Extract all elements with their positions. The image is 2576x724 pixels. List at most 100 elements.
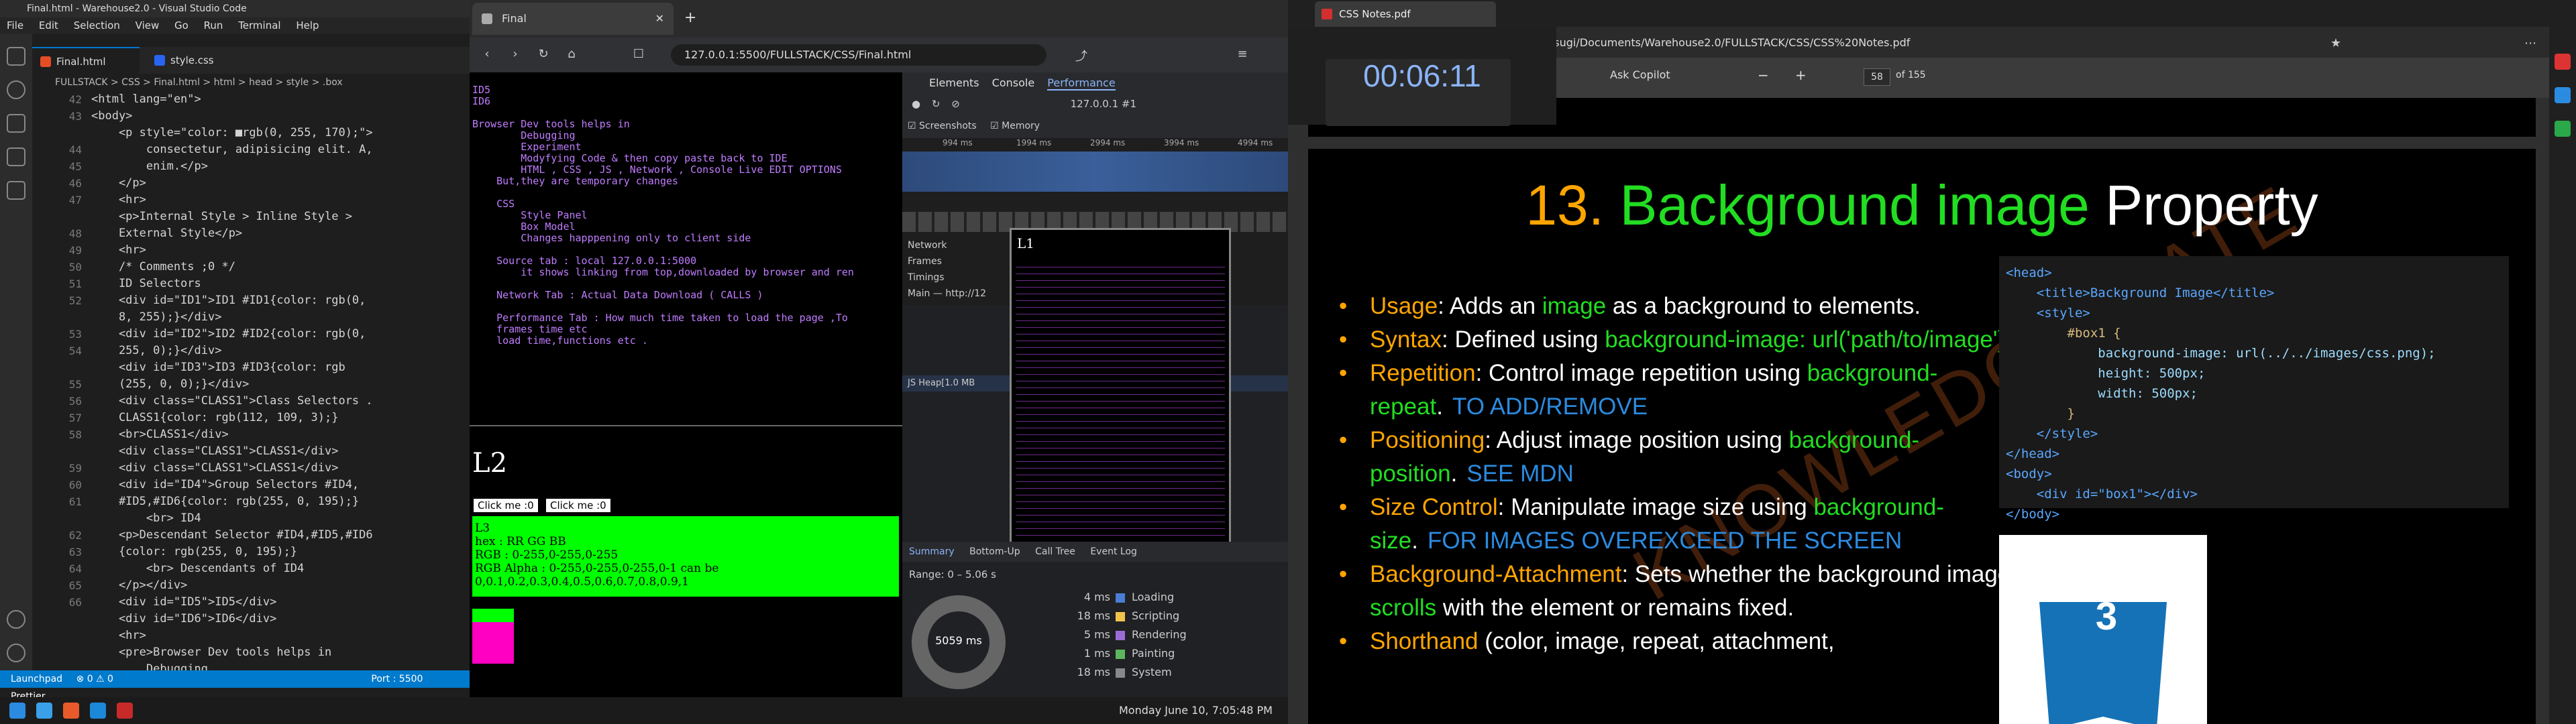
legend-swatch	[1116, 593, 1125, 603]
menu-go[interactable]: Go	[174, 19, 189, 32]
legend-row: 18 ms System	[1070, 664, 1172, 681]
click-me-button-1[interactable]: Click me :0	[472, 497, 539, 514]
divider	[470, 425, 902, 426]
pdf-tab[interactable]: CSS Notes.pdf	[1315, 1, 1496, 27]
legend-swatch	[1116, 668, 1125, 678]
bookmark-icon[interactable]: ☐	[631, 47, 647, 63]
menu-terminal[interactable]: Terminal	[238, 19, 280, 32]
reload-icon[interactable]: ↻	[535, 47, 551, 63]
code-sample-line: height: 500px;	[2006, 366, 2206, 381]
browser-tab[interactable]: Final ✕	[472, 3, 674, 35]
bullet-text: : Adds an	[1438, 293, 1542, 319]
bullet-text: : Defined using	[1442, 326, 1605, 353]
click-me-button-2[interactable]: Click me :0	[545, 497, 612, 514]
code-editor[interactable]: <html lang="en"> <body> <p style="color: …	[91, 91, 470, 688]
line-number: 43	[68, 110, 82, 123]
forward-icon[interactable]: ›	[507, 47, 523, 63]
tab-style-css[interactable]: style.css	[146, 47, 240, 74]
menu-icon[interactable]: ≡	[1234, 47, 1250, 63]
code-line: <hr>	[91, 629, 146, 642]
tab-call-tree[interactable]: Call Tree	[1035, 546, 1075, 557]
green-box: L3 hex : RR GG BB RGB : 0-255,0-255,0-25…	[472, 516, 899, 597]
brave-taskbar-icon[interactable]	[63, 703, 79, 719]
code-sample-line: width: 500px;	[2006, 386, 2198, 401]
clock: Monday June 10, 7:05:48 PM	[1119, 704, 1273, 717]
slide-title-suffix: Property	[2105, 174, 2318, 237]
tab-console[interactable]: Console	[992, 76, 1035, 89]
slide-bullet: Positioning: Adjust image position using…	[1335, 424, 2019, 491]
more-icon[interactable]: ⋯	[2522, 36, 2538, 52]
screenshots-checkbox[interactable]: ☑ Screenshots	[908, 121, 977, 131]
edge-taskbar-icon[interactable]	[90, 703, 106, 719]
back-icon[interactable]: ‹	[479, 47, 495, 63]
app-icon[interactable]	[2555, 121, 2571, 137]
clear-icon[interactable]: ⊘	[951, 98, 960, 110]
run-debug-icon[interactable]	[7, 147, 25, 166]
menu-file[interactable]: File	[7, 19, 23, 32]
line-number: 45	[68, 160, 82, 173]
ask-copilot-button[interactable]: Ask Copilot	[1610, 68, 1670, 81]
status-problems[interactable]: ⊗ 0 ⚠ 0	[76, 674, 113, 684]
line-number: 55	[68, 378, 82, 391]
menu-run[interactable]: Run	[204, 19, 223, 32]
code-line: <div id="ID6">ID6</div>	[91, 612, 277, 625]
legend-swatch	[1116, 649, 1125, 659]
close-icon[interactable]: ✕	[655, 3, 664, 35]
new-tab-icon[interactable]: +	[684, 9, 696, 26]
code-line: <div id="ID5">ID5</div>	[91, 595, 277, 609]
menu-help[interactable]: Help	[296, 19, 319, 32]
code-line: </p></div>	[91, 579, 188, 592]
code-line: 8, 255);}</div>	[91, 310, 222, 324]
zoom-in-icon[interactable]: +	[1795, 67, 1807, 83]
app-icon[interactable]	[2555, 54, 2571, 70]
legend-row: 4 ms Loading	[1070, 589, 1174, 606]
line-gutter: 42 43 44 45 46 47 48 49 50 51 52 53 54 55 56 57 58 59 60 61…	[32, 91, 91, 688]
time-mark: 3994 ms	[1164, 138, 1199, 147]
line-number: 48	[68, 227, 82, 240]
tab-bottom-up[interactable]: Bottom-Up	[969, 546, 1020, 557]
menu-edit[interactable]: Edit	[39, 19, 58, 32]
line-number: 50	[68, 261, 82, 274]
home-icon[interactable]: ⌂	[564, 47, 580, 63]
share-icon[interactable]: ⤴	[1073, 47, 1089, 64]
extensions-icon[interactable]	[7, 181, 25, 200]
star-icon[interactable]: ★	[2328, 36, 2344, 52]
tab-elements[interactable]: Elements	[929, 76, 979, 89]
legend-value: 1 ms	[1083, 647, 1110, 660]
menu-selection[interactable]: Selection	[74, 19, 120, 32]
tab-event-log[interactable]: Event Log	[1090, 546, 1137, 557]
line-number: 59	[68, 462, 82, 475]
address-bar[interactable]: 127.0.0.1:5500/FULLSTACK/CSS/Final.html	[671, 44, 1046, 66]
pdf-address-bar[interactable]: tsugi/Documents/Warehouse2.0/FULLSTACK/C…	[1550, 32, 2220, 54]
code-sample-line: }	[2006, 406, 2075, 421]
menu-view[interactable]: View	[136, 19, 160, 32]
zoom-out-icon[interactable]: −	[1758, 67, 1769, 83]
start-icon[interactable]	[9, 703, 25, 719]
line-number: 54	[68, 345, 82, 357]
code-line: <pre>Browser Dev tools helps in	[91, 646, 332, 659]
app-taskbar-icon[interactable]	[117, 703, 133, 719]
code-line: <div class="CLASS1">CLASS1</div>	[91, 461, 339, 475]
line-number: 60	[68, 479, 82, 491]
memory-checkbox[interactable]: ☑ Memory	[990, 121, 1040, 131]
bullet-green: background-image: url('path/to/image');	[1605, 326, 2012, 353]
css-file-icon	[154, 55, 165, 66]
breadcrumb[interactable]: FULLSTACK > CSS > Final.html > html > he…	[32, 74, 470, 91]
bullet-key: Size Control	[1370, 494, 1498, 520]
gear-icon[interactable]	[7, 644, 25, 662]
record-icon[interactable]: ●	[912, 98, 920, 110]
target-select[interactable]: 127.0.0.1 #1	[1071, 98, 1136, 110]
explorer-icon[interactable]	[7, 47, 25, 66]
source-control-icon[interactable]	[7, 114, 25, 133]
tab-final-html[interactable]: Final.html	[32, 47, 140, 74]
tab-summary[interactable]: Summary	[909, 546, 955, 557]
tab-performance[interactable]: Performance	[1047, 76, 1116, 90]
app-icon[interactable]	[2555, 87, 2571, 103]
reload-record-icon[interactable]: ↻	[932, 98, 941, 110]
page-number-input[interactable]: 58	[1864, 68, 1890, 86]
status-launchpad[interactable]: Launchpad	[11, 674, 62, 684]
vscode-taskbar-icon[interactable]	[36, 703, 52, 719]
status-port[interactable]: Port : 5500	[371, 674, 423, 684]
account-icon[interactable]	[7, 610, 25, 629]
search-icon[interactable]	[7, 80, 25, 99]
